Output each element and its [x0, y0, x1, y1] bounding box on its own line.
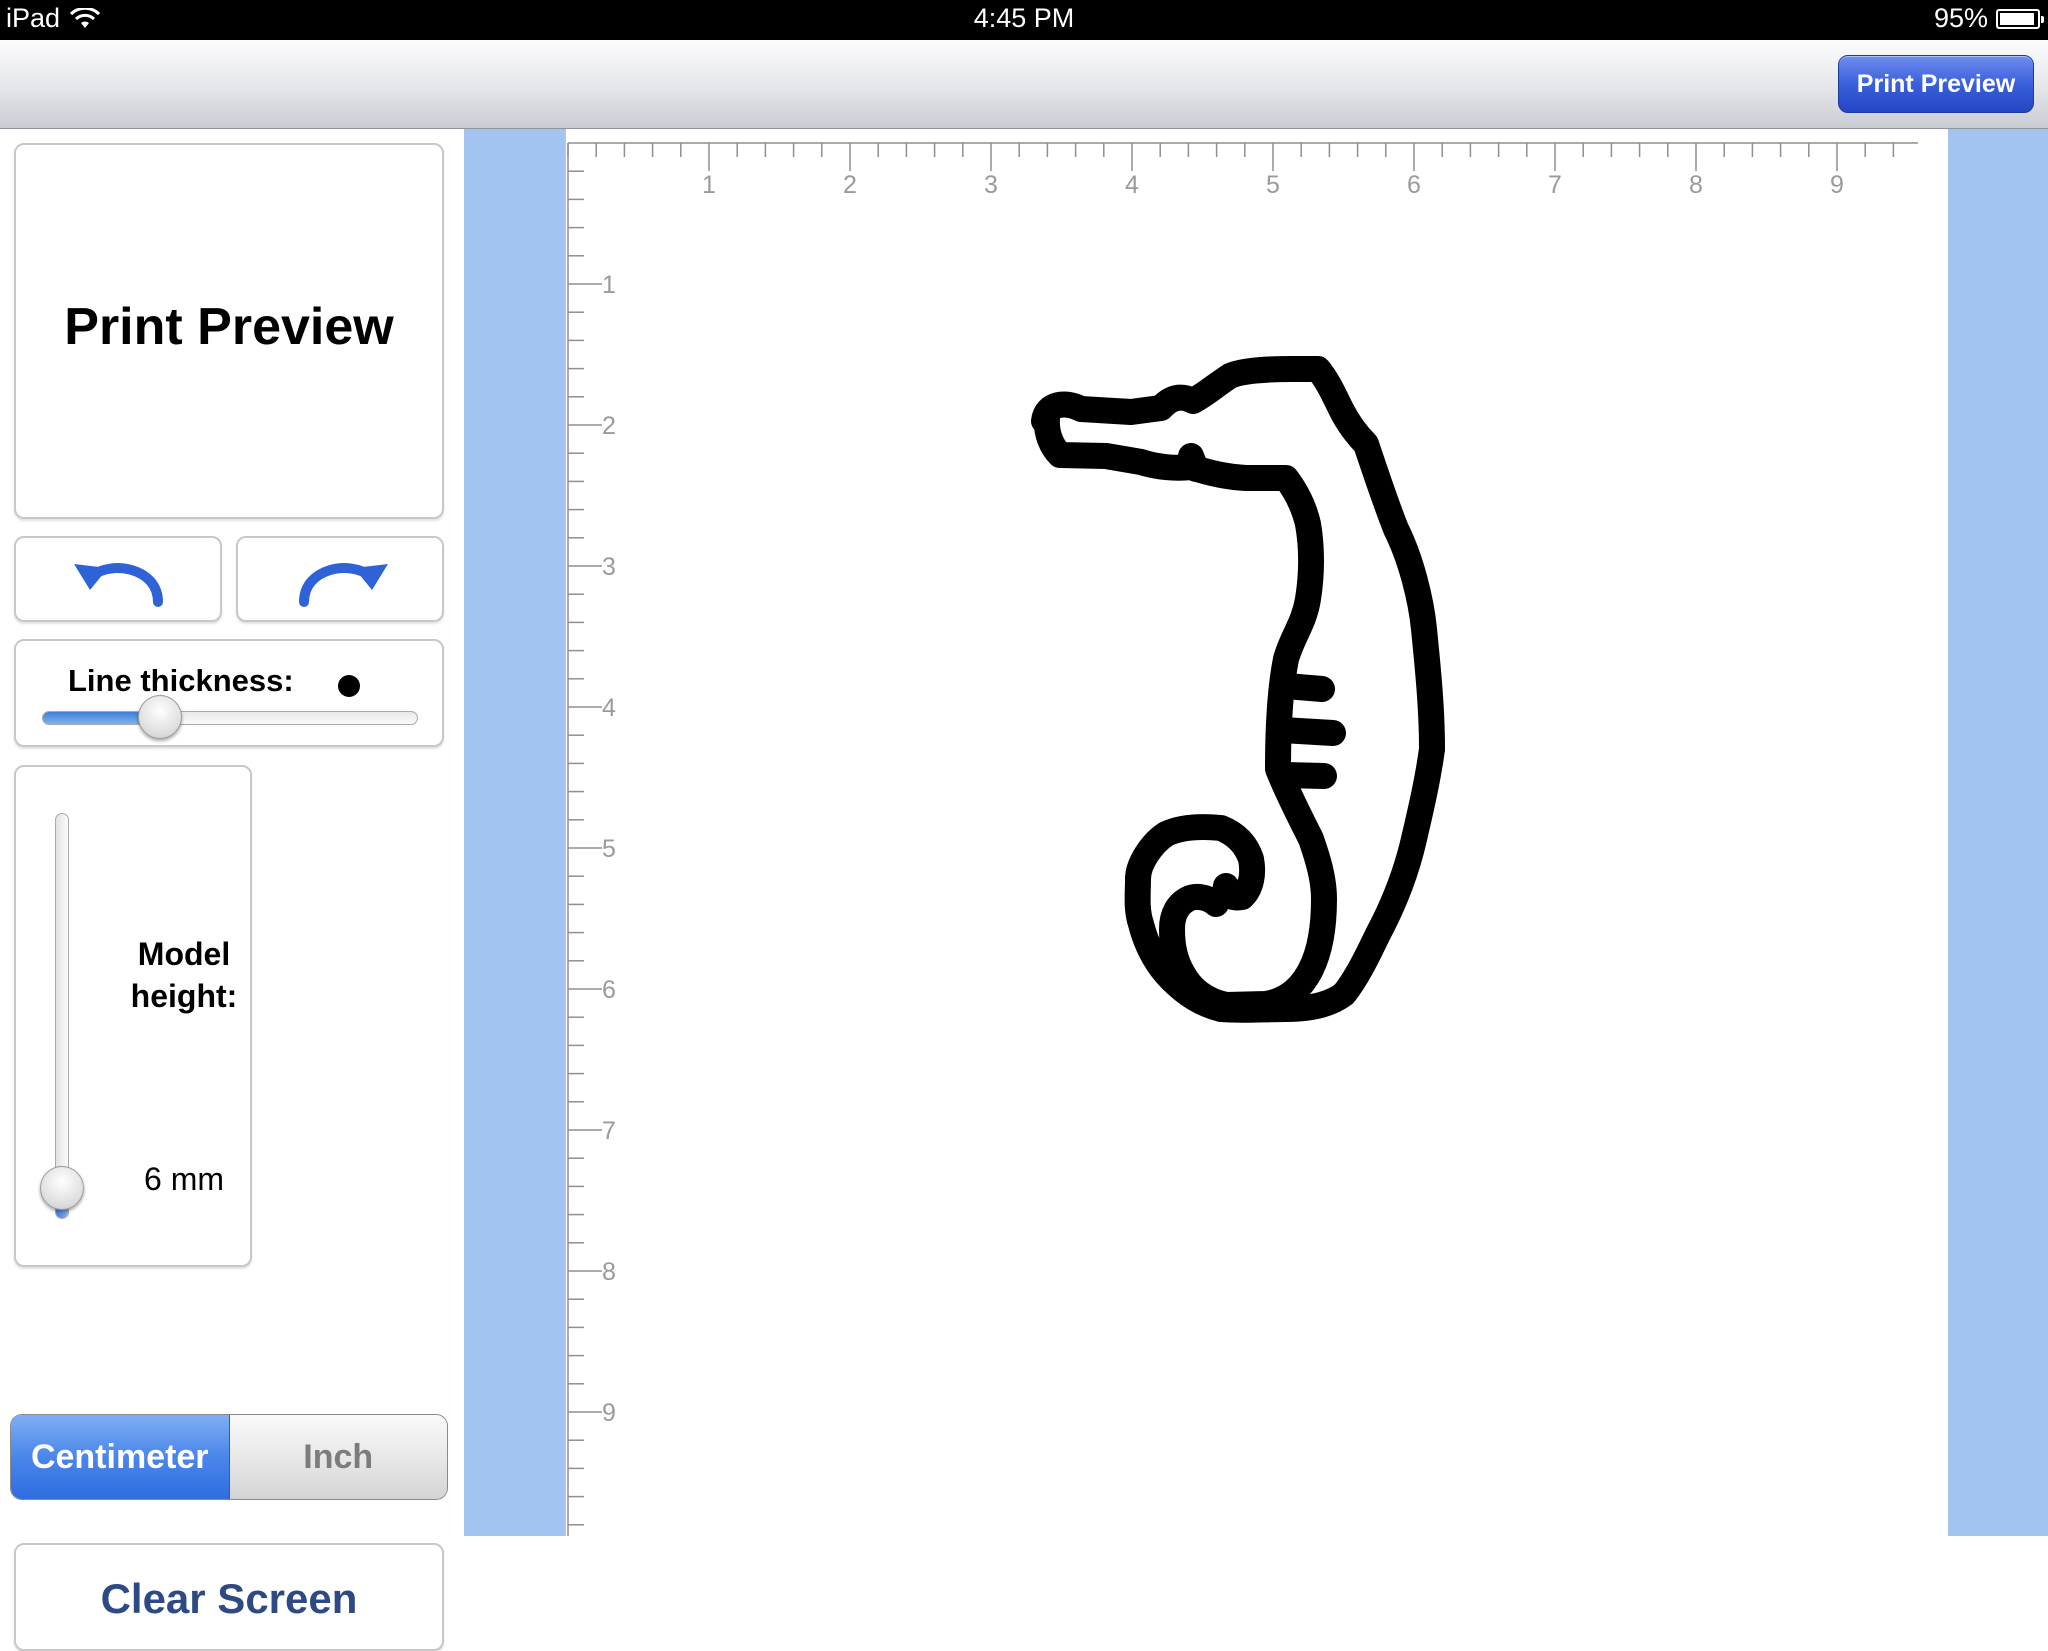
- battery-level: [2000, 12, 2034, 25]
- model-height-thumb[interactable]: [40, 1165, 84, 1210]
- undo-button[interactable]: [14, 536, 222, 622]
- status-bar: iPad 4:45 PM 95%: [0, 0, 2048, 40]
- nav-bar: Print Preview: [0, 40, 2048, 129]
- line-thickness-slider[interactable]: [42, 711, 418, 725]
- status-right: 95%: [1933, 3, 2044, 34]
- preview-title: Print Preview: [64, 298, 394, 356]
- model-height-value: 6 mm: [144, 1161, 224, 1197]
- drawing-stroke-ridge-3: [1273, 762, 1337, 789]
- model-height-slider[interactable]: [55, 813, 69, 1219]
- thickness-preview-dot: [338, 675, 360, 697]
- unit-segmented-control[interactable]: Centimeter Inch: [10, 1414, 448, 1500]
- drawing-stroke-head: [1031, 356, 1445, 762]
- drawing-stroke-eye: [1178, 443, 1209, 482]
- redo-button[interactable]: [236, 536, 444, 622]
- model-height-card: Model height: 6 mm: [14, 765, 252, 1267]
- clear-screen-label: Clear Screen: [100, 1575, 358, 1622]
- drawing-stroke-ridge-1: [1273, 673, 1335, 702]
- unit-inch[interactable]: Inch: [229, 1415, 447, 1499]
- canvas-area: 123456789123456789: [464, 129, 2048, 1536]
- line-thickness-card: Line thickness:: [14, 639, 444, 747]
- line-thickness-label: Line thickness:: [68, 663, 294, 698]
- status-time: 4:45 PM: [973, 3, 1075, 33]
- model-height-label-line2: height:: [130, 978, 238, 1014]
- redo-arrow-icon: [299, 563, 388, 607]
- line-thickness-thumb[interactable]: [137, 695, 182, 739]
- battery-percent: 95%: [1933, 3, 1988, 33]
- drawing-stroke-tail-inner: [1159, 883, 1324, 1018]
- left-panel: Print Preview Line thickness: Model heig…: [0, 129, 464, 1651]
- drawing-paper[interactable]: 123456789123456789: [565, 129, 1948, 1536]
- clear-screen-button[interactable]: Clear Screen: [14, 1543, 444, 1651]
- battery-icon: [1996, 8, 2044, 29]
- model-height-label-line1: Model: [137, 936, 231, 972]
- undo-arrow-icon: [74, 563, 163, 607]
- print-preview-button[interactable]: Print Preview: [1838, 55, 2034, 113]
- seahorse-drawing: [1031, 356, 1445, 1023]
- model-height-label: Model height:: [98, 933, 270, 1017]
- unit-centimeter[interactable]: Centimeter: [11, 1415, 230, 1499]
- drawing-stroke-ridge-2: [1269, 717, 1346, 746]
- print-preview-card[interactable]: Print Preview: [14, 143, 444, 519]
